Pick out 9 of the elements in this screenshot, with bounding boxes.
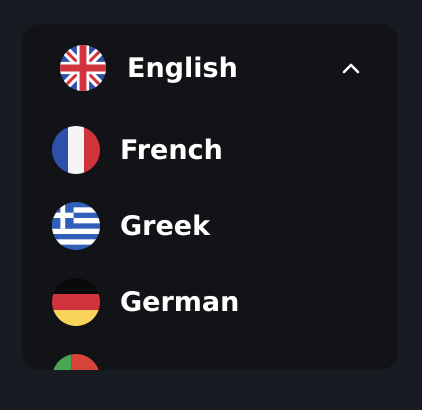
flag-icon: [60, 45, 106, 91]
flag-icon: [52, 278, 100, 326]
chevron-icon[interactable]: [342, 62, 360, 74]
language-option[interactable]: German: [22, 264, 398, 340]
flag-icon: [52, 126, 100, 174]
flag-icon: [52, 202, 100, 250]
selected-language[interactable]: English: [127, 52, 321, 84]
language-option[interactable]: Greek: [22, 188, 398, 264]
language-option[interactable]: French: [22, 112, 398, 188]
